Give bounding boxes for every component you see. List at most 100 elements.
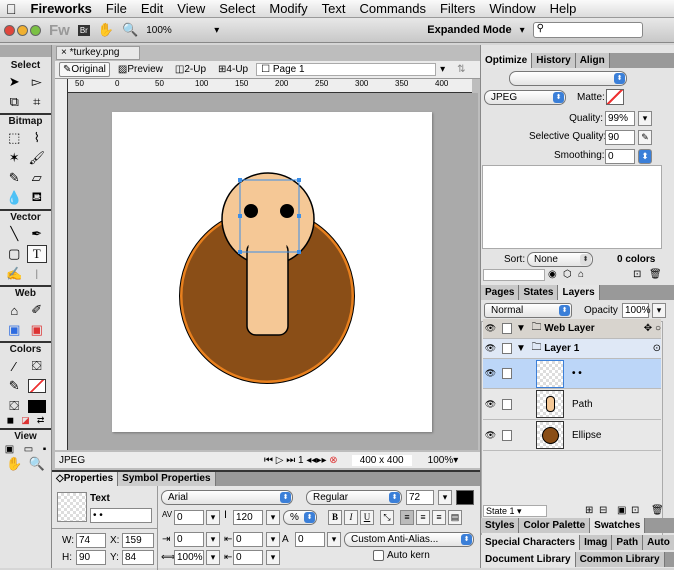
bold-button[interactable]: B — [328, 510, 342, 525]
baseline-shift-input[interactable]: 0 — [295, 532, 325, 547]
hand-icon[interactable]: ✋ — [98, 22, 114, 38]
layer-row-path[interactable]: 👁 Path — [483, 389, 661, 420]
line-tool-icon[interactable]: ╲ — [4, 225, 25, 243]
scale-tool-icon[interactable]: ⧉ — [4, 93, 25, 111]
tab-swatches[interactable]: Swatches — [590, 518, 646, 533]
blur-tool-icon[interactable]: 💧 — [4, 189, 25, 207]
add-mask-icon[interactable]: ▣ — [617, 505, 626, 516]
height-input[interactable]: 90 — [76, 550, 106, 565]
horizontal-scale-dropdown[interactable]: ▾ — [206, 550, 220, 565]
align-center-button[interactable]: ≡ — [416, 510, 430, 525]
full-screen-menus-icon[interactable]: ▭ — [24, 444, 33, 455]
justify-button[interactable]: ▤ — [448, 510, 462, 525]
chevron-down-icon[interactable]: ▾ — [214, 25, 219, 36]
add-color-icon[interactable]: ⊡ — [633, 269, 641, 280]
menu-window[interactable]: Window — [483, 1, 543, 16]
quality-dropdown[interactable]: ▾ — [638, 111, 652, 126]
space-after-input[interactable]: 0 — [233, 550, 263, 565]
tab-document-library[interactable]: Document Library — [481, 552, 576, 567]
view-original-button[interactable]: ✎Original — [59, 62, 110, 77]
stop-icon[interactable]: ⊗ — [329, 455, 337, 466]
brush-tool-icon[interactable]: 🖌 — [27, 149, 48, 167]
layer-row-text[interactable]: 👁 • • — [483, 359, 661, 389]
align-left-button[interactable]: ≡ — [400, 510, 414, 525]
lock-checkbox[interactable] — [502, 323, 512, 334]
tab-states[interactable]: States — [519, 285, 559, 300]
eye-icon[interactable]: 👁 — [483, 323, 498, 334]
font-style-select[interactable]: Regular ⬍ — [306, 490, 402, 505]
tab-align[interactable]: Align — [575, 53, 610, 68]
antialias-select[interactable]: Custom Anti-Alias... ⬍ — [344, 532, 474, 547]
indent-input[interactable]: 0 — [174, 532, 204, 547]
slice-tool-icon[interactable]: ✐ — [27, 301, 48, 319]
sort-select[interactable]: None ⬍ — [527, 252, 593, 267]
text-tool-icon[interactable]: T — [26, 245, 47, 263]
new-sublayer-icon[interactable]: ⊟ — [599, 505, 607, 516]
full-screen-icon[interactable]: ▪ — [43, 444, 47, 455]
export-format-select[interactable]: JPEG ⬍ — [484, 90, 566, 105]
freeform-tool-icon[interactable]: ✍ — [4, 265, 25, 283]
font-family-select[interactable]: Arial ⬍ — [161, 490, 293, 505]
standard-screen-icon[interactable]: ▣ — [5, 444, 14, 455]
page-select[interactable]: ☐ Page 1 — [256, 63, 437, 76]
active-layer-icon[interactable]: ⊙ — [653, 343, 661, 354]
italic-button[interactable]: I — [344, 510, 358, 525]
horizontal-scale-input[interactable]: 100% — [174, 550, 204, 565]
minimize-window-button[interactable] — [17, 24, 28, 36]
lock-checkbox[interactable] — [502, 398, 512, 410]
leading-dropdown[interactable]: ▾ — [266, 510, 280, 525]
lasso-tool-icon[interactable]: ⌇ — [27, 129, 48, 147]
font-size-dropdown[interactable]: ▾ — [438, 490, 452, 505]
menu-edit[interactable]: Edit — [135, 1, 171, 16]
tab-special-characters[interactable]: Special Characters — [481, 535, 581, 550]
lock-checkbox[interactable] — [502, 429, 512, 441]
opacity-input[interactable]: 100% — [622, 303, 651, 318]
delete-color-icon[interactable]: 🗑 — [649, 269, 662, 280]
state-select[interactable]: State 1 ▾ — [483, 505, 547, 517]
leading-unit-select[interactable]: % ⬍ — [283, 510, 317, 525]
menu-view[interactable]: View — [171, 1, 213, 16]
new-layer-icon[interactable]: ⊞ — [585, 505, 593, 516]
pen-tool-icon[interactable]: ✒ — [27, 225, 48, 243]
expand-arrow-icon[interactable]: ▼ — [516, 323, 526, 334]
text-orientation-button[interactable]: ⤡ — [380, 510, 394, 525]
show-slices-icon[interactable]: ▣ — [27, 321, 48, 339]
kerning-dropdown[interactable]: ▾ — [206, 510, 220, 525]
opacity-dropdown[interactable]: ▾ — [652, 303, 666, 318]
stroke-color-icon[interactable]: ✎ — [4, 377, 25, 395]
eraser-tool-icon[interactable]: ▱ — [27, 169, 48, 187]
document-tab[interactable]: × *turkey.png — [56, 46, 140, 60]
default-colors-icon[interactable]: ◼ — [7, 415, 14, 426]
rectangle-tool-icon[interactable]: ▢ — [4, 245, 25, 263]
knife-tool-icon[interactable]: ǀ — [27, 265, 48, 283]
x-input[interactable]: 159 — [122, 533, 154, 548]
lock-checkbox[interactable] — [502, 343, 512, 354]
paint-bucket-icon[interactable]: ⛋ — [27, 357, 48, 375]
rubber-stamp-icon[interactable]: ⛾ — [27, 189, 48, 207]
tab-path[interactable]: Path — [612, 535, 644, 550]
tab-auto-shape[interactable]: Auto — [643, 535, 674, 550]
expand-arrow-icon[interactable]: ▼ — [516, 343, 526, 354]
align-right-button[interactable]: ≡ — [432, 510, 446, 525]
font-size-input[interactable]: 72 — [406, 490, 434, 505]
zoom-select[interactable]: 100% — [146, 25, 206, 36]
zoom-window-button[interactable] — [30, 24, 41, 36]
menu-filters[interactable]: Filters — [434, 1, 483, 16]
selective-quality-edit-button[interactable]: ✎ — [638, 130, 652, 145]
smoothing-stepper[interactable]: ⬍ — [638, 149, 652, 164]
eyedropper-tool-icon[interactable]: ⁄ — [4, 357, 25, 375]
fill-color-swatch[interactable] — [27, 397, 48, 415]
pencil-tool-icon[interactable]: ✎ — [4, 169, 25, 187]
menu-modify[interactable]: Modify — [263, 1, 315, 16]
tab-pages[interactable]: Pages — [481, 285, 520, 300]
tab-history[interactable]: History — [532, 53, 576, 68]
matte-color-swatch[interactable] — [606, 89, 624, 105]
tab-symbol-properties[interactable]: Symbol Properties — [118, 472, 216, 486]
menu-select[interactable]: Select — [213, 1, 263, 16]
layer-row-layer-1[interactable]: 👁 ▼ 🗀 Layer 1 ⊙ — [483, 339, 661, 359]
quality-input[interactable]: 99% — [605, 111, 635, 126]
transparent-icon[interactable]: ⬡ — [563, 269, 572, 280]
first-frame-button[interactable]: ⏮ — [264, 455, 273, 466]
lock-color-icon[interactable]: ⌂ — [578, 269, 584, 280]
hotspot-tool-icon[interactable]: ⌂ — [4, 301, 25, 319]
